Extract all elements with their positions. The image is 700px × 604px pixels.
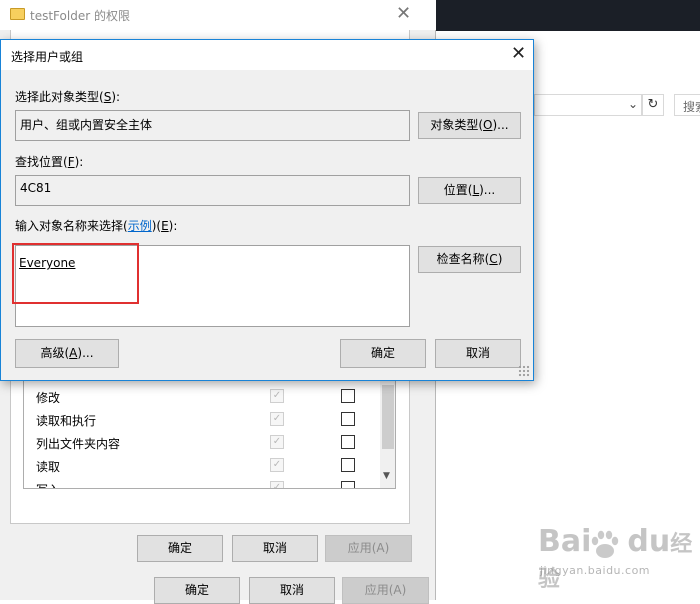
deny-checkbox[interactable] (341, 481, 355, 488)
paw-icon (591, 530, 619, 558)
permission-label: 列出文件夹内容 (36, 437, 121, 451)
cancel-button[interactable]: 取消 (435, 339, 521, 368)
permission-list: 修改 ✓ 读取和执行 ✓ 列出文件夹内容 ✓ 读取 ✓ 写入 ✓ ▼ (23, 380, 396, 489)
permission-label: 写入 (36, 481, 60, 488)
advanced-button[interactable]: 高级(A)... (15, 339, 119, 368)
permission-label: 读取 (36, 460, 61, 474)
select-users-dialog: 选择用户或组 ✕ 选择此对象类型(S): 用户、组或内置安全主体 对象类型(O)… (0, 39, 534, 381)
permission-row: 列出文件夹内容 ✓ (24, 431, 380, 454)
object-names-label: 输入对象名称来选择(示例)(E): (15, 219, 178, 233)
inner-apply-button[interactable]: 应用(A) (325, 535, 412, 562)
close-icon[interactable]: ✕ (396, 3, 411, 24)
deny-checkbox[interactable] (341, 412, 355, 426)
deny-checkbox[interactable] (341, 458, 355, 472)
permission-row: 写入 ✓ (24, 477, 380, 488)
baidu-watermark: Bai du经验 jingyan.baidu.com (538, 524, 698, 592)
folder-icon (10, 8, 25, 20)
scrollbar-thumb[interactable] (382, 385, 394, 449)
permission-row: 读取和执行 ✓ (24, 408, 380, 431)
allow-checkbox: ✓ (270, 412, 284, 426)
allow-checkbox: ✓ (270, 435, 284, 449)
inner-cancel-button[interactable]: 取消 (232, 535, 318, 562)
scrollbar[interactable]: ▼ (380, 381, 395, 488)
allow-checkbox: ✓ (270, 389, 284, 403)
search-input[interactable]: 搜索 (674, 94, 700, 116)
explorer-titlebar (436, 0, 700, 31)
window-title: testFolder 的权限 (30, 9, 130, 23)
permissions-window-titlebar: testFolder 的权限 ✕ (0, 0, 436, 30)
object-type-value: 用户、组或内置安全主体 (15, 110, 410, 141)
deny-checkbox[interactable] (341, 435, 355, 449)
close-icon[interactable]: ✕ (511, 43, 526, 64)
allow-checkbox: ✓ (270, 481, 284, 488)
dialog-titlebar: 选择用户或组 ✕ (1, 40, 533, 70)
location-value: 4C81 (15, 175, 410, 206)
permission-row: 读取 ✓ (24, 454, 380, 477)
permission-row: 修改 ✓ (24, 385, 380, 408)
refresh-icon[interactable]: ↻ (642, 94, 664, 116)
allow-checkbox: ✓ (270, 458, 284, 472)
location-label: 查找位置(F): (15, 155, 84, 169)
object-names-input[interactable]: Everyone (15, 245, 410, 327)
examples-link[interactable]: 示例 (128, 219, 152, 233)
dialog-title: 选择用户或组 (11, 50, 84, 64)
permission-label: 读取和执行 (36, 414, 97, 428)
object-type-label: 选择此对象类型(S): (15, 90, 121, 104)
chevron-down-icon[interactable]: ▼ (383, 471, 390, 481)
address-bar[interactable]: ⌄ (534, 94, 642, 116)
watermark-url: jingyan.baidu.com (540, 564, 651, 577)
resolved-name: Everyone (19, 256, 76, 270)
locations-button[interactable]: 位置(L)... (418, 177, 521, 204)
chevron-down-icon[interactable]: ⌄ (628, 97, 638, 111)
resize-grip[interactable] (518, 365, 530, 377)
permission-label: 修改 (36, 391, 61, 405)
object-types-button[interactable]: 对象类型(O)... (418, 112, 521, 139)
deny-checkbox[interactable] (341, 389, 355, 403)
check-names-button[interactable]: 检查名称(C) (418, 246, 521, 273)
ok-button[interactable]: 确定 (340, 339, 426, 368)
inner-ok-button[interactable]: 确定 (137, 535, 223, 562)
